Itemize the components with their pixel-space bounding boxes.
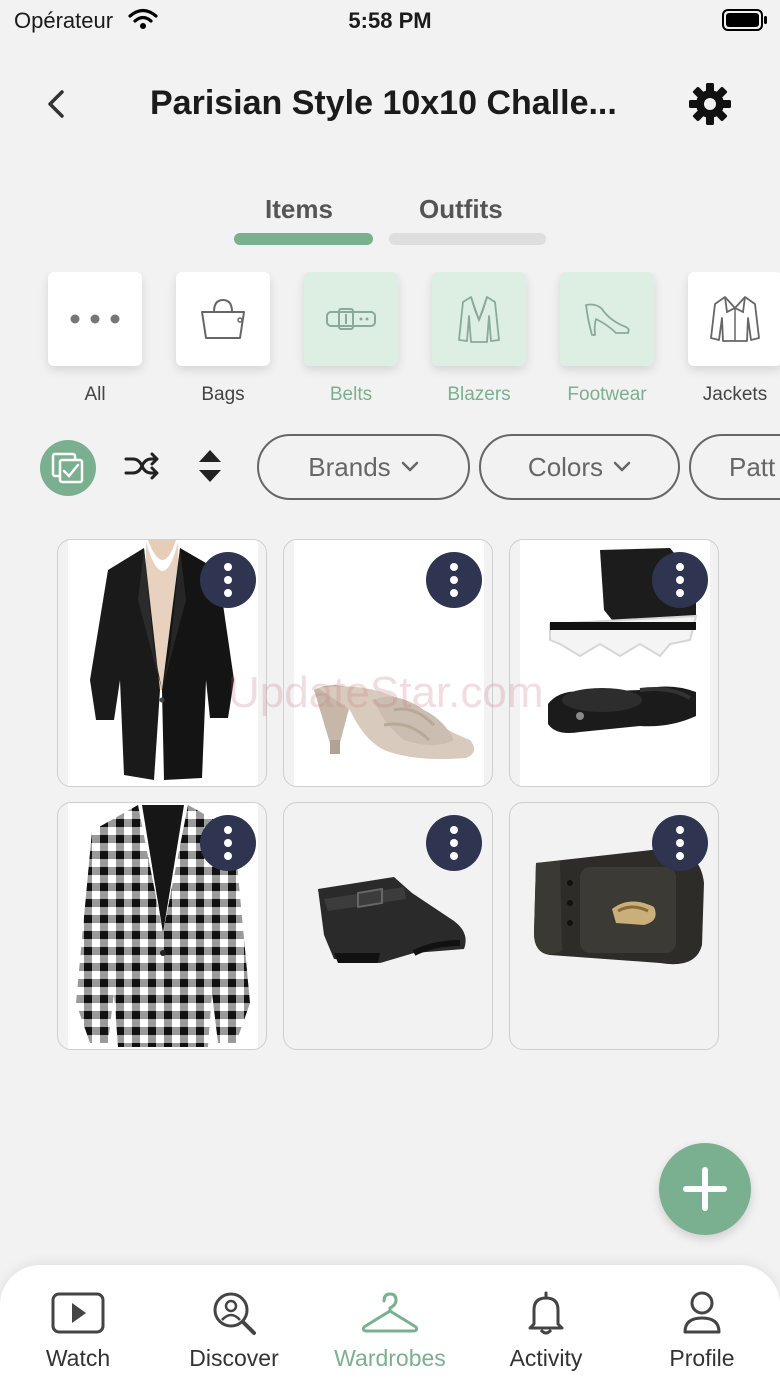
bag-icon	[201, 298, 245, 339]
shuffle-button[interactable]	[124, 450, 160, 487]
nav-watch[interactable]: Watch	[0, 1289, 156, 1372]
category-jackets[interactable]: Jackets	[687, 272, 780, 406]
belt-icon	[326, 308, 376, 330]
settings-button[interactable]	[688, 82, 732, 126]
category-all[interactable]: All	[47, 272, 143, 406]
item-more-button[interactable]	[200, 815, 256, 871]
shuffle-icon	[124, 452, 159, 480]
item-more-button[interactable]	[426, 815, 482, 871]
nav-wardrobes[interactable]: Wardrobes	[312, 1289, 468, 1372]
nav-activity[interactable]: Activity	[468, 1289, 624, 1372]
patterns-filter-label: Patt	[729, 451, 776, 482]
tab-outfits[interactable]: Outfits	[419, 194, 503, 225]
category-label: Jackets	[702, 384, 768, 405]
item-card[interactable]	[57, 802, 267, 1050]
category-label: Blazers	[447, 384, 511, 405]
play-icon	[0, 1289, 156, 1337]
sort-icon	[199, 450, 221, 482]
category-tile	[48, 272, 142, 366]
item-more-button[interactable]	[652, 552, 708, 608]
item-more-button[interactable]	[200, 552, 256, 608]
item-more-button[interactable]	[652, 815, 708, 871]
bell-icon	[468, 1289, 624, 1337]
sort-button[interactable]	[196, 448, 224, 489]
brands-filter-label: Brands	[308, 451, 391, 482]
plus-icon	[683, 1167, 727, 1211]
hanger-icon	[312, 1289, 468, 1337]
category-belts[interactable]: Belts	[303, 272, 399, 406]
item-card[interactable]	[57, 539, 267, 787]
chevron-down-icon	[401, 461, 418, 472]
category-label: Belts	[329, 384, 373, 405]
back-button[interactable]	[40, 86, 72, 122]
tab-items[interactable]: Items	[265, 194, 333, 225]
page-title: Parisian Style 10x10 Challe...	[150, 84, 617, 122]
chevron-left-icon	[48, 90, 64, 118]
filter-row: Brands Colors Patt	[0, 432, 780, 504]
item-card[interactable]	[283, 802, 493, 1050]
high-heel-icon	[585, 303, 630, 336]
category-label: All	[84, 384, 106, 405]
category-tile	[432, 272, 526, 366]
status-bar: Opérateur 5:58 PM	[0, 0, 780, 40]
more-horizontal-icon	[70, 314, 120, 324]
category-bags[interactable]: Bags	[175, 272, 271, 406]
nav-label: Wardrobes	[334, 1345, 446, 1371]
patterns-filter[interactable]: Patt	[689, 434, 780, 500]
multi-select-icon	[51, 452, 84, 484]
chevron-down-icon	[613, 461, 631, 472]
blazer-icon	[458, 296, 500, 343]
colors-filter-label: Colors	[527, 451, 604, 482]
nav-discover[interactable]: Discover	[156, 1289, 312, 1372]
item-card[interactable]	[509, 802, 719, 1050]
header: Parisian Style 10x10 Challe...	[0, 70, 780, 140]
nav-label: Discover	[189, 1345, 279, 1371]
item-more-button[interactable]	[426, 552, 482, 608]
category-tile	[176, 272, 270, 366]
colors-filter[interactable]: Colors	[479, 434, 680, 500]
jacket-icon	[710, 296, 760, 342]
battery-icon	[722, 9, 768, 36]
category-blazers[interactable]: Blazers	[431, 272, 527, 406]
nav-label: Watch	[45, 1345, 111, 1371]
brands-filter[interactable]: Brands	[257, 434, 470, 500]
category-strip: All Bags Belts Blazers Footwear Jackets	[0, 272, 780, 412]
add-item-button[interactable]	[659, 1143, 751, 1235]
nav-profile[interactable]: Profile	[624, 1289, 780, 1372]
status-time: 5:58 PM	[348, 8, 432, 33]
category-tile	[688, 272, 780, 366]
discover-icon	[156, 1289, 312, 1337]
person-icon	[624, 1289, 780, 1337]
bottom-nav: Watch Discover Wardrobes Activity Profil…	[0, 1265, 780, 1387]
tab-indicator-items	[234, 233, 373, 245]
category-label: Bags	[201, 384, 245, 405]
category-footwear[interactable]: Footwear	[559, 272, 655, 406]
category-label: Footwear	[567, 384, 647, 405]
gear-icon	[689, 83, 731, 125]
category-tile	[304, 272, 398, 366]
select-toggle-button[interactable]	[40, 440, 96, 496]
nav-label: Activity	[509, 1345, 583, 1371]
item-card[interactable]	[283, 539, 493, 787]
item-card[interactable]	[509, 539, 719, 787]
category-tile	[560, 272, 654, 366]
tab-indicator-outfits	[389, 233, 546, 245]
nav-label: Profile	[669, 1345, 735, 1371]
